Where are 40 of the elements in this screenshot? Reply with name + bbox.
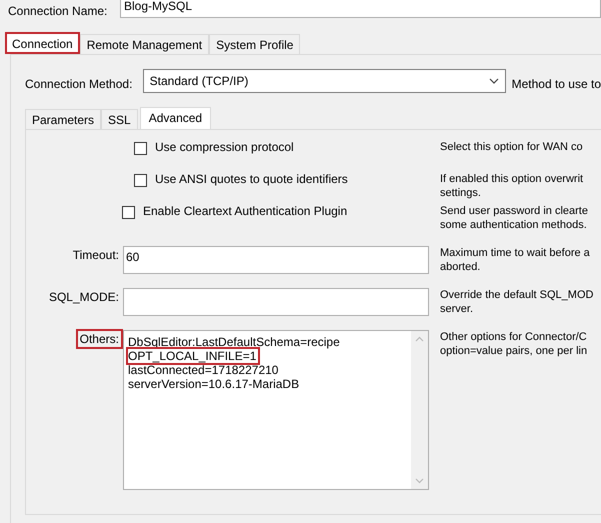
option-description: If enabled this option overwrit (440, 172, 584, 186)
connection-name-label: Connection Name: (7, 3, 108, 18)
connection-method-label: Connection Method: (25, 77, 134, 91)
input-field[interactable] (123, 288, 429, 316)
text-area[interactable]: DbSqlEditor:LastDefaultSchema=recipe OPT_LOCAL_INFILE=1 lastConnected=1718227210 serverVersion=10.6.17-MariaDB (123, 330, 429, 490)
field-description: server. (440, 302, 474, 316)
option-description: Select this option for WAN co (440, 140, 583, 154)
connection-name-field[interactable]: Blog-MySQL (120, 0, 601, 18)
checkbox[interactable] (134, 142, 147, 155)
checkbox-label: Use compression protocol (155, 140, 294, 154)
connection-method-dropdown[interactable]: Standard (TCP/IP) (142, 69, 506, 93)
option-line: DbSqlEditor:LastDefaultSchema=recipe (128, 335, 340, 349)
field-description: aborted. (440, 260, 482, 274)
field-label: Timeout: (72, 247, 120, 263)
option-line: serverVersion=10.6.17-MariaDB (128, 377, 300, 391)
field-description: Maximum time to wait before a (440, 246, 590, 260)
option-description: Send user password in clearte (440, 204, 588, 218)
field-description: Other options for Connector/C (440, 330, 588, 344)
field-label: SQL_MODE: (48, 289, 120, 305)
scrollbar[interactable] (411, 331, 428, 489)
option-description: some authentication methods. (440, 218, 588, 232)
option-line: OPT_LOCAL_INFILE=1 (128, 349, 258, 363)
caret-icon (488, 78, 499, 84)
tab[interactable]: System Profile (209, 34, 300, 54)
input-field[interactable]: 60 (123, 246, 429, 274)
checkbox[interactable] (134, 174, 147, 187)
checkbox-label: Use ANSI quotes to quote identifiers (155, 172, 348, 186)
scroll-down-icon[interactable] (415, 478, 424, 484)
tab[interactable]: Advanced (140, 107, 212, 129)
scroll-up-icon[interactable] (415, 336, 424, 342)
field-description: option=value pairs, one per lin (440, 344, 588, 358)
tab[interactable]: Connection (5, 32, 80, 54)
field-description: Override the default SQL_MOD (440, 288, 594, 302)
field-label: Others: (78, 331, 121, 347)
option-description: settings. (440, 186, 482, 200)
option-line: lastConnected=1718227210 (128, 363, 278, 377)
checkbox-label: Enable Cleartext Authentication Plugin (143, 204, 348, 218)
tab[interactable]: Remote Management (80, 34, 210, 54)
checkbox[interactable] (122, 206, 135, 219)
method-description: Method to use to (512, 77, 601, 91)
